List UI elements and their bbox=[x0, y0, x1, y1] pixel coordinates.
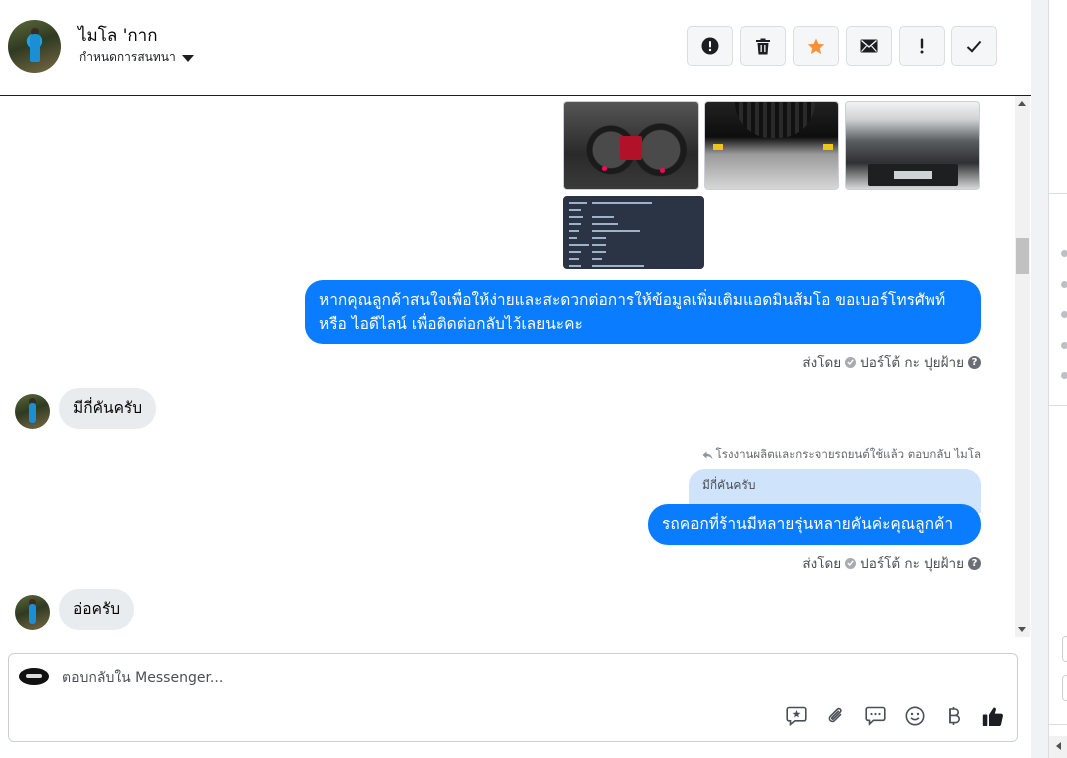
star-button[interactable] bbox=[793, 26, 839, 66]
reply-context: โรงงานผลิตและกระจายรถยนต์ใช้แล้ว ตอบกลับ… bbox=[702, 446, 981, 464]
attachment-icon bbox=[828, 707, 842, 723]
follow-up-button[interactable] bbox=[899, 26, 945, 66]
conversation-settings-label: กำหนดการสนทนา bbox=[79, 50, 176, 64]
sent-by-prefix: ส่งโดย bbox=[802, 556, 842, 572]
dashboard-photo[interactable] bbox=[563, 101, 699, 190]
verified-icon bbox=[845, 356, 857, 368]
thumbs-up-icon bbox=[982, 707, 1003, 726]
delete-button[interactable] bbox=[740, 26, 786, 66]
conversation-settings-dropdown[interactable]: กำหนดการสนทนา bbox=[79, 48, 194, 67]
emoji-icon bbox=[905, 706, 925, 726]
baht-icon bbox=[949, 707, 960, 725]
sent-by-prefix: ส่งโดย bbox=[802, 355, 842, 371]
info-row-icon bbox=[1061, 281, 1067, 288]
undercarriage-photo[interactable] bbox=[704, 101, 839, 190]
scrollbar-thumb[interactable] bbox=[1016, 238, 1029, 274]
chat-bubble-icon bbox=[864, 706, 886, 726]
trash-icon bbox=[756, 38, 770, 54]
scroll-left-arrow-icon[interactable] bbox=[1056, 742, 1061, 750]
info-row-icon bbox=[1061, 250, 1067, 257]
reply-context-text: โรงงานผลิตและกระจายรถยนต์ใช้แล้ว ตอบกลับ… bbox=[715, 447, 981, 461]
attachment-button[interactable] bbox=[824, 704, 848, 728]
spec-sheet-image[interactable] bbox=[563, 196, 704, 269]
checkmark-icon bbox=[966, 40, 982, 53]
mark-unread-button[interactable] bbox=[846, 26, 892, 66]
envelope-icon bbox=[860, 39, 878, 53]
side-input-field[interactable] bbox=[1062, 675, 1067, 701]
quick-replies-button[interactable] bbox=[863, 704, 887, 728]
scroll-up-arrow-icon[interactable] bbox=[1018, 101, 1026, 106]
saved-reply-icon bbox=[785, 706, 807, 726]
verified-icon bbox=[845, 557, 857, 569]
emoji-button[interactable] bbox=[903, 704, 927, 728]
side-input-field[interactable] bbox=[1062, 636, 1067, 662]
reply-arrow-icon bbox=[702, 451, 713, 459]
scroll-down-arrow-icon[interactable] bbox=[1018, 627, 1026, 632]
outgoing-message[interactable]: หากคุณลูกค้าสนใจเพื่อให้ง่ายและสะดวกต่อก… bbox=[305, 280, 981, 344]
sender-name[interactable]: ปอร์โต้ กะ ปุยฝ้าย bbox=[860, 351, 964, 373]
sender-avatar[interactable] bbox=[15, 595, 50, 630]
exclamation-icon bbox=[920, 38, 924, 54]
info-row-icon bbox=[1061, 311, 1067, 318]
contact-name[interactable]: ไมโล 'กาก bbox=[78, 22, 158, 49]
info-row-icon bbox=[1061, 372, 1067, 379]
message-list: หากคุณลูกค้าสนใจเพื่อให้ง่ายและสะดวกต่อก… bbox=[0, 96, 1015, 637]
exclamation-circle-icon bbox=[701, 37, 719, 55]
help-icon[interactable]: ? bbox=[968, 556, 981, 570]
caret-down-icon bbox=[181, 54, 194, 62]
payment-button[interactable] bbox=[942, 704, 966, 728]
contact-avatar[interactable] bbox=[8, 20, 61, 73]
sender-avatar[interactable] bbox=[15, 394, 50, 429]
outgoing-reply-message[interactable]: รถคอกที่ร้านมีหลายรุ่นหลายคันค่ะคุณลูกค้… bbox=[648, 504, 981, 545]
saved-reply-button[interactable] bbox=[784, 704, 808, 728]
sent-by-line: ส่งโดย ปอร์โต้ กะ ปุยฝ้าย ? bbox=[802, 552, 981, 574]
incoming-message[interactable]: อ่อครับ bbox=[59, 589, 135, 630]
incoming-message[interactable]: มีกี่คันครับ bbox=[59, 388, 157, 429]
engine-bay-photo[interactable] bbox=[845, 101, 980, 190]
sent-by-line: ส่งโดย ปอร์โต้ กะ ปุยฝ้าย ? bbox=[802, 351, 981, 373]
star-icon bbox=[807, 38, 825, 54]
report-spam-button[interactable] bbox=[687, 26, 733, 66]
message-list-scrollbar[interactable] bbox=[1015, 96, 1030, 637]
conversation-panel: ไมโล 'กาก กำหนดการสนทนา หากคุณลูกค้าสนใจ… bbox=[0, 0, 1031, 758]
help-icon[interactable]: ? bbox=[968, 355, 981, 369]
like-button[interactable] bbox=[981, 704, 1005, 728]
conversation-header: ไมโล 'กาก กำหนดการสนทนา bbox=[0, 0, 1031, 96]
reply-input[interactable] bbox=[62, 668, 762, 688]
reply-composer bbox=[8, 653, 1018, 742]
sender-name[interactable]: ปอร์โต้ กะ ปุยฝ้าย bbox=[860, 552, 964, 574]
page-logo-icon bbox=[19, 668, 49, 685]
mark-done-button[interactable] bbox=[951, 26, 997, 66]
customer-info-panel bbox=[1048, 0, 1067, 758]
info-row-icon bbox=[1061, 342, 1067, 349]
panel-separator bbox=[1031, 0, 1048, 758]
